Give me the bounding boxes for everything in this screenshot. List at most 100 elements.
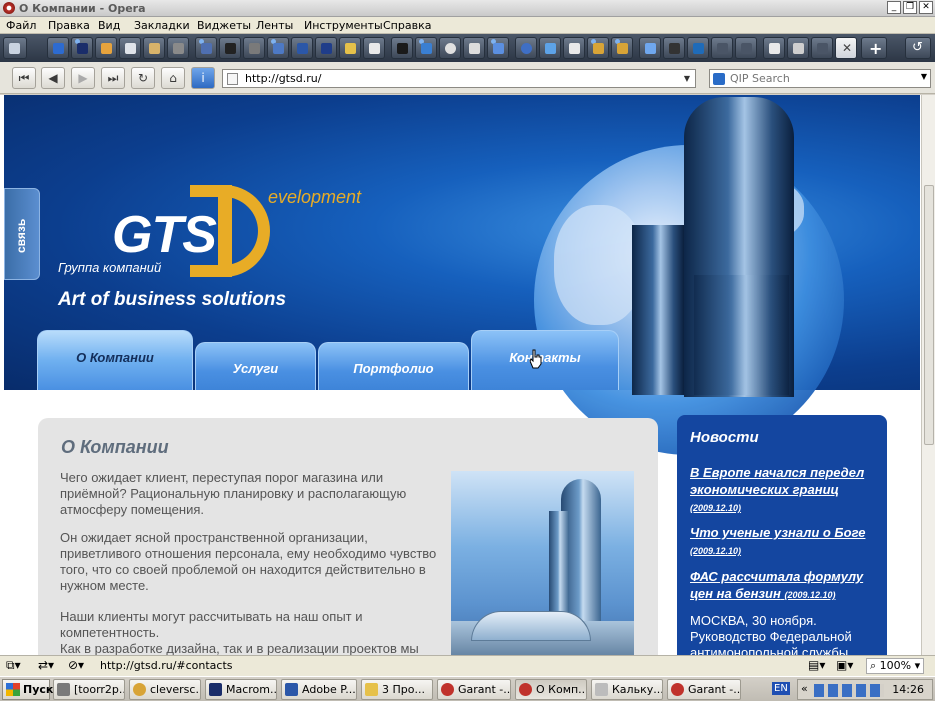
- menu-help[interactable]: Справка: [383, 19, 431, 32]
- windows-logo-icon: [6, 683, 20, 696]
- trash-button[interactable]: ↺: [905, 37, 931, 59]
- tab-16[interactable]: [415, 37, 437, 59]
- sync-icon[interactable]: ⇄▾: [38, 658, 54, 672]
- tower-small-image: [632, 225, 684, 395]
- tab-19[interactable]: [487, 37, 509, 59]
- tab-12[interactable]: [315, 37, 337, 59]
- home-button[interactable]: ⌂: [161, 67, 185, 89]
- taskbar-item-active[interactable]: О Комп...: [515, 679, 587, 700]
- tab-31[interactable]: [787, 37, 809, 59]
- tab-11[interactable]: [291, 37, 313, 59]
- rewind-button[interactable]: ⏮: [12, 67, 36, 89]
- nav-tab-portfolio[interactable]: Портфолио: [318, 342, 469, 390]
- tab-22[interactable]: [563, 37, 585, 59]
- tray-expand-icon[interactable]: «: [801, 682, 808, 695]
- tab-15[interactable]: [391, 37, 413, 59]
- reload-button[interactable]: ↻: [131, 67, 155, 89]
- menu-tools[interactable]: Инструменты: [304, 19, 383, 32]
- search-engine-icon[interactable]: [713, 73, 725, 85]
- start-button[interactable]: Пуск: [2, 679, 53, 700]
- menu-bar: Файл Правка Вид Закладки Виджеты Ленты И…: [0, 17, 935, 34]
- tab-13[interactable]: [339, 37, 361, 59]
- language-indicator[interactable]: EN: [772, 682, 790, 695]
- new-tab-button[interactable]: +: [861, 37, 887, 59]
- taskbar-item[interactable]: 3 Про...: [361, 679, 433, 700]
- news-item[interactable]: В Европе начался передел экономических г…: [690, 464, 880, 517]
- taskbar-item[interactable]: Garant -...: [437, 679, 511, 700]
- news-item[interactable]: Что ученые узнали о Боге (2009.12.10): [690, 524, 880, 560]
- search-input[interactable]: [730, 72, 910, 85]
- tab-2[interactable]: [71, 37, 93, 59]
- turbo-icon[interactable]: ⊘▾: [68, 658, 84, 672]
- tab-9[interactable]: [243, 37, 265, 59]
- tray-icons[interactable]: [814, 684, 884, 697]
- tab-10[interactable]: [267, 37, 289, 59]
- taskbar-item[interactable]: Adobe P...: [281, 679, 357, 700]
- fast-forward-button[interactable]: ⏭: [101, 67, 125, 89]
- panels-icon[interactable]: ⧉▾: [6, 658, 21, 673]
- news-date: (2009.12.10): [690, 503, 742, 513]
- menu-bookmarks[interactable]: Закладки: [134, 19, 190, 32]
- address-dropdown-button[interactable]: ▼: [680, 71, 694, 86]
- search-dropdown-icon[interactable]: ▼: [921, 72, 927, 81]
- zoom-control[interactable]: ⌕ 100% ▾: [866, 658, 925, 674]
- tab-25[interactable]: [639, 37, 661, 59]
- news-link[interactable]: Что ученые узнали о Боге: [690, 525, 865, 540]
- tab-20[interactable]: [515, 37, 537, 59]
- tab-29[interactable]: [735, 37, 757, 59]
- site-slogan: Art of business solutions: [58, 289, 287, 310]
- taskbar-item[interactable]: Macrom...: [205, 679, 277, 700]
- news-date: (2009.12.10): [784, 590, 836, 600]
- news-link[interactable]: ФАС рассчитала формулу цен на бензин: [690, 569, 863, 601]
- tab-1[interactable]: [47, 37, 69, 59]
- back-button[interactable]: ◀: [41, 67, 65, 89]
- tab-5[interactable]: [143, 37, 165, 59]
- tab-27[interactable]: [687, 37, 709, 59]
- tab-8[interactable]: [219, 37, 241, 59]
- close-tab-button[interactable]: ✕: [835, 37, 857, 59]
- menu-file[interactable]: Файл: [6, 19, 36, 32]
- tab-7[interactable]: [195, 37, 217, 59]
- bookmark-button[interactable]: i: [191, 67, 215, 89]
- contact-side-tab[interactable]: связь: [4, 188, 40, 280]
- tab-21[interactable]: [539, 37, 561, 59]
- menu-edit[interactable]: Правка: [48, 19, 90, 32]
- tab-32[interactable]: [811, 37, 833, 59]
- tab-28[interactable]: [711, 37, 733, 59]
- tab-24[interactable]: [611, 37, 633, 59]
- menu-widgets[interactable]: Виджеты: [197, 19, 251, 32]
- tab-23[interactable]: [587, 37, 609, 59]
- taskbar-item[interactable]: Garant -...: [667, 679, 741, 700]
- tab-6[interactable]: [167, 37, 189, 59]
- image-toggle-icon[interactable]: ▣▾: [836, 658, 853, 672]
- tab-3[interactable]: [95, 37, 117, 59]
- menu-feeds[interactable]: Ленты: [256, 19, 293, 32]
- nav-tab-contacts[interactable]: Контакты: [471, 330, 619, 390]
- minimize-button[interactable]: _: [887, 1, 901, 14]
- menu-view[interactable]: Вид: [98, 19, 120, 32]
- tab-17[interactable]: [439, 37, 461, 59]
- close-button[interactable]: ✕: [919, 1, 933, 14]
- taskbar-item[interactable]: [toorr2p...: [53, 679, 125, 700]
- tab-18[interactable]: [463, 37, 485, 59]
- scrollbar-thumb[interactable]: [924, 185, 934, 445]
- vertical-scrollbar[interactable]: [921, 95, 935, 655]
- taskbar-item[interactable]: Кальку...: [591, 679, 663, 700]
- panel-toggle-button[interactable]: [3, 37, 27, 59]
- tab-26[interactable]: [663, 37, 685, 59]
- forward-button[interactable]: ▶: [71, 67, 95, 89]
- hand-cursor-icon: [529, 349, 542, 369]
- nav-tab-services[interactable]: Услуги: [195, 342, 316, 390]
- nav-tab-about[interactable]: О Компании: [37, 330, 193, 390]
- contact-side-tab-label: связь: [14, 218, 28, 253]
- news-item[interactable]: ФАС рассчитала формулу цен на бензин (20…: [690, 568, 880, 604]
- address-field[interactable]: http://gtsd.ru/ ▼: [222, 69, 696, 88]
- news-link[interactable]: В Европе начался передел экономических г…: [690, 465, 864, 497]
- search-field[interactable]: ▼: [709, 69, 931, 88]
- taskbar-item[interactable]: cleversc...: [129, 679, 201, 700]
- tab-4[interactable]: [119, 37, 141, 59]
- view-icon[interactable]: ▤▾: [808, 658, 825, 672]
- tab-14[interactable]: [363, 37, 385, 59]
- restore-button[interactable]: ❐: [903, 1, 917, 14]
- tab-30[interactable]: [763, 37, 785, 59]
